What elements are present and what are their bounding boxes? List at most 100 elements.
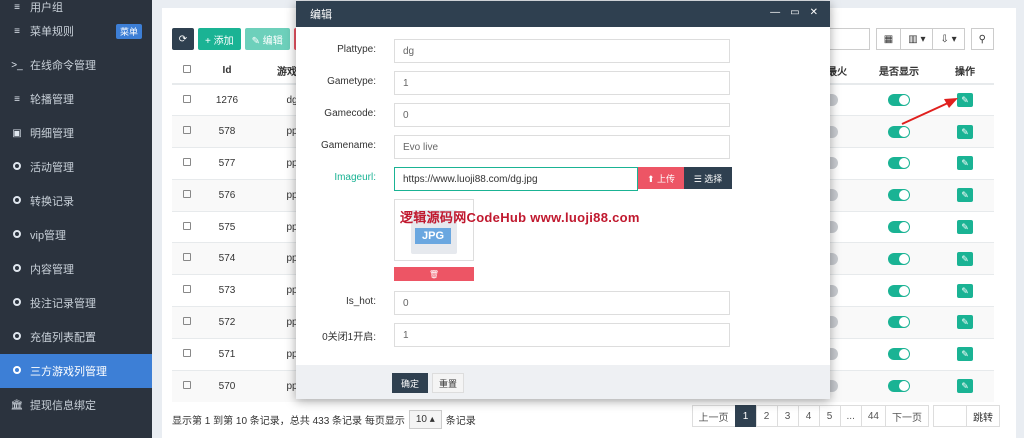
checkbox[interactable] — [183, 94, 191, 103]
gamename-input[interactable]: Evo live — [394, 135, 730, 159]
checkbox[interactable] — [183, 126, 191, 135]
checkbox[interactable] — [183, 285, 191, 294]
is-shown-toggle[interactable] — [888, 157, 910, 170]
is-shown-toggle[interactable] — [888, 380, 910, 393]
is-hot-input[interactable]: 0 — [394, 291, 730, 315]
row-select[interactable] — [172, 210, 202, 243]
checkbox[interactable] — [183, 65, 191, 73]
toggle-view-button[interactable]: ▦ — [875, 28, 902, 50]
checkbox[interactable] — [183, 157, 191, 166]
sidebar-item-recharge-config[interactable]: 充值列表配置 — [0, 320, 152, 354]
page-jump-input[interactable] — [933, 405, 967, 427]
page-44[interactable]: 44 — [860, 405, 886, 427]
is-shown-toggle[interactable] — [888, 252, 910, 265]
edit-button[interactable]: ✎ 编辑 — [244, 28, 290, 50]
row-edit-button[interactable]: ✎ — [957, 93, 973, 108]
row-select[interactable] — [172, 337, 202, 371]
is-shown-toggle[interactable] — [888, 348, 910, 361]
row-select[interactable] — [172, 115, 202, 148]
is-shown-toggle[interactable] — [888, 189, 910, 202]
toolbar: ⟳ + 添加 ✎ 编辑 — [172, 28, 298, 52]
page-1[interactable]: 1 — [734, 405, 757, 427]
sidebar-item-label: 明细管理 — [30, 128, 74, 140]
sidebar-item-online-commands[interactable]: >_ 在线命令管理 — [0, 48, 152, 82]
row-select[interactable] — [172, 178, 202, 212]
close-icon[interactable]: ✕ — [810, 7, 818, 18]
row-edit-button[interactable]: ✎ — [957, 188, 973, 203]
page-4[interactable]: 4 — [797, 405, 820, 427]
sidebar-item-user-group[interactable]: ≡ 用户组 — [0, 0, 152, 15]
list-icon: ≡ — [14, 25, 20, 37]
row-edit-button[interactable]: ✎ — [957, 124, 973, 139]
page-size-select[interactable]: 10 ▴ — [408, 410, 442, 429]
confirm-button[interactable]: 确定 — [392, 373, 428, 393]
gametype-label: Gametype: — [327, 76, 376, 87]
row-edit-button[interactable]: ✎ — [957, 347, 973, 362]
row-edit-button[interactable]: ✎ — [957, 283, 973, 298]
sidebar-item-vip[interactable]: vip管理 — [0, 218, 152, 252]
export-button[interactable]: ⇩ ▾ — [932, 28, 965, 50]
row-select[interactable] — [172, 83, 202, 116]
row-edit-button[interactable]: ✎ — [957, 315, 973, 330]
is-shown-toggle[interactable] — [888, 316, 910, 329]
plattype-input[interactable]: dg — [394, 39, 730, 63]
checkbox[interactable] — [183, 348, 191, 357]
page-3[interactable]: 3 — [776, 405, 799, 427]
reset-button[interactable]: 重置 — [432, 373, 464, 393]
checkbox[interactable] — [183, 316, 191, 325]
row-select[interactable] — [172, 242, 202, 275]
row-select[interactable] — [172, 306, 202, 339]
row-select[interactable] — [172, 274, 202, 307]
col-is-shown[interactable]: 是否显示 — [862, 58, 936, 85]
gametype-input[interactable]: 1 — [394, 71, 730, 95]
row-edit-button[interactable]: ✎ — [957, 220, 973, 235]
choose-button[interactable]: ☰ 选择 — [684, 167, 732, 189]
row-select[interactable] — [172, 369, 202, 402]
sidebar-item-menu-rules[interactable]: ≡ 菜单规则 菜单 — [0, 14, 152, 48]
row-edit-button[interactable]: ✎ — [957, 156, 973, 171]
checkbox[interactable] — [183, 253, 191, 262]
checkbox[interactable] — [183, 380, 191, 389]
page-jump-button[interactable]: 跳转 — [966, 405, 1000, 427]
sidebar-item-bet-records[interactable]: 投注记录管理 — [0, 286, 152, 320]
col-id[interactable]: Id — [202, 58, 252, 85]
minimize-icon[interactable]: — — [770, 7, 780, 18]
row-edit-button[interactable]: ✎ — [957, 379, 973, 394]
form-row-imageurl: Imageurl: https://www.luoji88.com/dg.jpg… — [296, 167, 830, 191]
refresh-button[interactable]: ⟳ — [172, 28, 194, 50]
columns-button[interactable]: ▥ ▾ — [900, 28, 934, 50]
sidebar-item-content[interactable]: 内容管理 — [0, 252, 152, 286]
next-page-button[interactable]: 下一页 — [885, 405, 929, 427]
sidebar-item-withdraw-binding[interactable]: 🏛 提现信息绑定 — [0, 388, 152, 422]
row-select[interactable] — [172, 147, 202, 180]
add-button[interactable]: + 添加 — [198, 28, 241, 50]
prev-page-button[interactable]: 上一页 — [691, 405, 736, 427]
sidebar-item-third-party-games[interactable]: 三方游戏列管理 — [0, 354, 152, 388]
sidebar-item-conversion-records[interactable]: 转换记录 — [0, 184, 152, 218]
cell-is-shown — [862, 369, 936, 402]
toggle-input[interactable]: 1 — [394, 323, 730, 347]
page-5[interactable]: 5 — [818, 405, 841, 427]
is-shown-toggle[interactable] — [888, 125, 910, 138]
checkbox[interactable] — [183, 221, 191, 230]
sidebar-item-activities[interactable]: 活动管理 — [0, 150, 152, 184]
maximize-icon[interactable]: ▭ — [790, 7, 799, 18]
imageurl-input[interactable]: https://www.luoji88.com/dg.jpg — [394, 167, 638, 191]
is-shown-toggle[interactable] — [888, 284, 910, 297]
checkbox[interactable] — [183, 189, 191, 198]
search-input[interactable] — [828, 28, 870, 50]
search-toggle-button[interactable]: ⚲ — [970, 28, 994, 50]
is-shown-toggle[interactable] — [888, 94, 910, 107]
gamecode-input[interactable]: 0 — [394, 103, 730, 127]
sidebar-item-label: 在线命令管理 — [30, 60, 96, 72]
row-edit-button[interactable]: ✎ — [957, 251, 973, 266]
sidebar-item-details[interactable]: ▣ 明细管理 — [0, 116, 152, 150]
delete-image-button[interactable]: 🗑 — [394, 267, 474, 281]
upload-button[interactable]: ⬆ 上传 — [638, 167, 684, 189]
page-2[interactable]: 2 — [755, 405, 778, 427]
sidebar-item-carousel[interactable]: ≡ 轮播管理 — [0, 82, 152, 116]
form-row-plattype: Plattype: dg — [296, 39, 830, 63]
select-all-header[interactable] — [172, 58, 202, 85]
is-shown-toggle[interactable] — [888, 221, 910, 234]
circle-icon — [10, 195, 24, 207]
